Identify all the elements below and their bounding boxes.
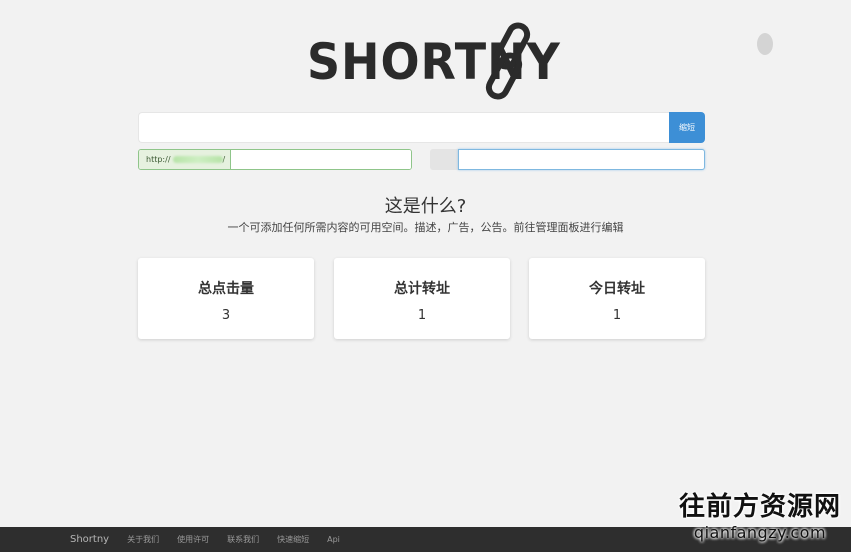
footer-link-about[interactable]: 关于我们 bbox=[127, 534, 159, 545]
watermark-title: 往前方资源网 bbox=[678, 492, 841, 522]
footer-link-bookmarklet[interactable]: 快速缩短 bbox=[277, 534, 309, 545]
stat-value: 3 bbox=[221, 308, 231, 323]
chain-link-icon bbox=[485, 22, 531, 100]
password-input[interactable] bbox=[458, 149, 705, 170]
stat-label: 总计转址 bbox=[394, 281, 450, 297]
url-input[interactable] bbox=[138, 112, 669, 143]
footer-link-contact[interactable]: 联系我们 bbox=[227, 534, 259, 545]
page: SHORTNY 缩短 http:// / 这是什么? 一个可添加任何所需内容的可… bbox=[0, 0, 851, 552]
custom-alias-group: http:// / bbox=[138, 149, 412, 170]
stat-card-total-clicks: 总点击量 3 bbox=[138, 258, 314, 339]
stat-card-today-urls: 今日转址 1 bbox=[529, 258, 705, 339]
shorten-button[interactable]: 缩短 bbox=[669, 112, 705, 143]
site-logo[interactable]: SHORTNY bbox=[307, 22, 583, 102]
info-description: 一个可添加任何所需内容的可用空间。描述，广告，公告。前往管理面板进行编辑 bbox=[227, 221, 624, 234]
custom-alias-input[interactable] bbox=[231, 150, 411, 169]
watermark-subtitle: qianfangzy.com bbox=[693, 523, 827, 542]
alias-prefix-scheme: http:// bbox=[146, 155, 171, 164]
info-heading: 这是什么? bbox=[384, 196, 467, 217]
user-circle-icon[interactable] bbox=[757, 33, 773, 55]
stat-value: 1 bbox=[612, 308, 622, 323]
blurred-domain bbox=[172, 156, 223, 163]
footer-link-api[interactable]: Api bbox=[327, 535, 340, 544]
password-group bbox=[430, 149, 705, 170]
stat-label: 今日转址 bbox=[589, 281, 645, 297]
stat-card-total-urls: 总计转址 1 bbox=[334, 258, 510, 339]
shorten-form: 缩短 bbox=[138, 112, 705, 143]
stat-label: 总点击量 bbox=[198, 281, 254, 297]
alias-prefix-slash: / bbox=[222, 155, 226, 164]
watermark: 往前方资源网 qianfangzy.com bbox=[679, 494, 841, 542]
footer-link-terms[interactable]: 使用许可 bbox=[177, 534, 209, 545]
stat-value: 1 bbox=[417, 308, 427, 323]
footer-brand[interactable]: Shortny bbox=[70, 534, 109, 545]
alias-prefix: http:// / bbox=[139, 150, 231, 169]
lock-icon bbox=[430, 149, 458, 170]
